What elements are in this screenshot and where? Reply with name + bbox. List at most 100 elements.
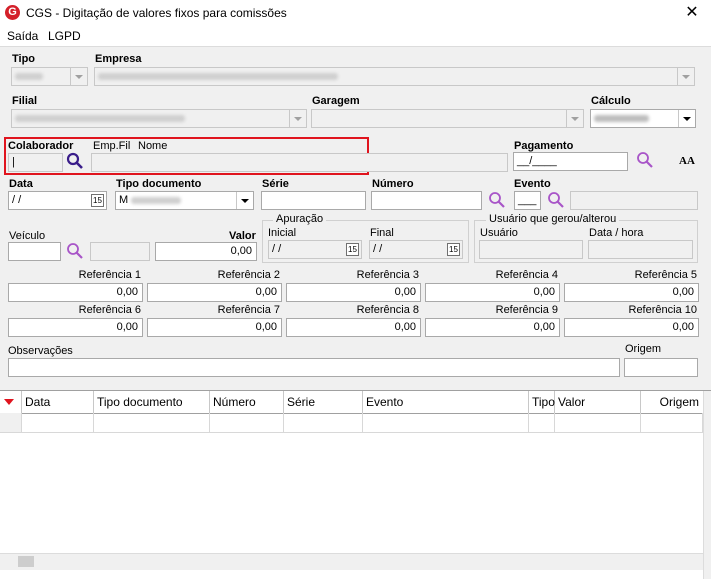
- empresa-select[interactable]: [94, 67, 695, 86]
- numero-search-icon[interactable]: [488, 191, 506, 212]
- scrollbar-thumb[interactable]: [18, 556, 34, 567]
- origem-input[interactable]: [624, 358, 698, 377]
- app-logo-icon: G: [5, 5, 20, 20]
- referencia-input[interactable]: 0,00: [147, 283, 282, 302]
- referencia-input[interactable]: 0,00: [425, 283, 560, 302]
- sort-arrow-icon[interactable]: [0, 391, 22, 413]
- grid-col-origem[interactable]: Origem: [641, 391, 703, 413]
- close-icon[interactable]: ✕: [680, 2, 704, 24]
- apuracao-final-input[interactable]: / / 15: [369, 240, 463, 259]
- observacoes-input[interactable]: [8, 358, 620, 377]
- veiculo-descricao-field: [90, 242, 150, 261]
- row-indicator[interactable]: [0, 413, 22, 433]
- numero-label: Número: [372, 178, 414, 190]
- valor-input[interactable]: 0,00: [155, 242, 257, 261]
- referencia-input[interactable]: 0,00: [8, 318, 143, 337]
- empresa-label: Empresa: [95, 53, 142, 65]
- referencia-label: Referência 10: [628, 304, 698, 316]
- calendar-icon[interactable]: 15: [447, 243, 460, 256]
- referencia-label: Referência 1: [78, 269, 141, 281]
- results-grid[interactable]: Data Tipo documento Número Série Evento …: [0, 390, 711, 579]
- colaborador-input[interactable]: |: [8, 153, 63, 172]
- observacoes-label: Observações: [8, 345, 73, 357]
- menu-saida[interactable]: Saída: [7, 29, 38, 43]
- data-input[interactable]: / / 15: [8, 191, 107, 210]
- grid-cell[interactable]: [284, 413, 363, 433]
- evento-label: Evento: [514, 178, 551, 190]
- referencia-label: Referência 2: [217, 269, 280, 281]
- filial-select[interactable]: [11, 109, 307, 128]
- referencia-input[interactable]: 0,00: [8, 283, 143, 302]
- referencia-input[interactable]: 0,00: [564, 318, 699, 337]
- grid-col-valor[interactable]: Valor: [555, 391, 641, 413]
- referencia-input[interactable]: 0,00: [425, 318, 560, 337]
- referencia-input[interactable]: 0,00: [147, 318, 282, 337]
- colaborador-nome-field: [91, 153, 508, 172]
- usuario-field: [479, 240, 583, 259]
- calendar-icon[interactable]: 15: [91, 194, 104, 207]
- colaborador-search-icon[interactable]: [66, 152, 84, 173]
- evento-search-icon[interactable]: [547, 191, 565, 212]
- tipo-documento-value: M: [119, 194, 129, 206]
- grid-cell[interactable]: [94, 413, 210, 433]
- referencia-label: Referência 9: [495, 304, 558, 316]
- tipo-documento-select[interactable]: M: [115, 191, 254, 210]
- serie-label: Série: [262, 178, 289, 190]
- serie-input[interactable]: [261, 191, 366, 210]
- font-size-icon[interactable]: AA: [679, 155, 695, 167]
- garagem-label: Garagem: [312, 95, 360, 107]
- menu-lgpd[interactable]: LGPD: [48, 29, 81, 43]
- referencia-label: Referência 7: [217, 304, 280, 316]
- origem-label: Origem: [625, 343, 662, 355]
- garagem-select[interactable]: [311, 109, 584, 128]
- data-hora-field: [588, 240, 693, 259]
- grid-cell[interactable]: [555, 413, 641, 433]
- grid-cell[interactable]: [22, 413, 94, 433]
- veiculo-label: Veículo: [9, 230, 46, 242]
- valor-label: Valor: [229, 230, 256, 242]
- evento-input[interactable]: ___: [514, 191, 541, 210]
- pagamento-search-icon[interactable]: [636, 151, 654, 172]
- veiculo-search-icon[interactable]: [66, 242, 84, 263]
- referencia-label: Referência 8: [356, 304, 419, 316]
- numero-input[interactable]: [371, 191, 482, 210]
- tipo-documento-label: Tipo documento: [116, 178, 202, 190]
- window-title: CGS - Digitação de valores fixos para co…: [26, 6, 287, 20]
- apuracao-inicial-input[interactable]: / / 15: [268, 240, 362, 259]
- referencia-input[interactable]: 0,00: [286, 283, 421, 302]
- grid-col-tipo[interactable]: Tipo: [529, 391, 555, 413]
- final-value: / /: [373, 243, 383, 255]
- referencia-input[interactable]: 0,00: [564, 283, 699, 302]
- calculo-select[interactable]: [590, 109, 696, 128]
- evento-descricao-field: [570, 191, 698, 210]
- inicial-label: Inicial: [268, 227, 297, 239]
- title-bar: G CGS - Digitação de valores fixos para …: [0, 0, 711, 26]
- referencia-label: Referência 5: [634, 269, 697, 281]
- grid-cell[interactable]: [641, 413, 703, 433]
- vertical-scrollbar[interactable]: [703, 391, 711, 579]
- colaborador-label: Colaborador: [8, 140, 74, 152]
- grid-cell[interactable]: [363, 413, 529, 433]
- veiculo-input[interactable]: [8, 242, 61, 261]
- grid-col-data[interactable]: Data: [22, 391, 94, 413]
- menu-bar: Saída LGPD: [0, 26, 711, 47]
- filial-label: Filial: [12, 95, 38, 107]
- grid-col-serie[interactable]: Série: [284, 391, 363, 413]
- grid-col-evento[interactable]: Evento: [363, 391, 529, 413]
- calendar-icon[interactable]: 15: [346, 243, 359, 256]
- grid-col-numero[interactable]: Número: [210, 391, 284, 413]
- usuario-group-label: Usuário que gerou/alterou: [486, 213, 620, 225]
- pagamento-label: Pagamento: [514, 140, 574, 152]
- tipo-select[interactable]: [11, 67, 88, 86]
- nome-label: Nome: [138, 140, 168, 152]
- inicial-value: / /: [272, 243, 282, 255]
- referencia-input[interactable]: 0,00: [286, 318, 421, 337]
- usuario-label: Usuário: [480, 227, 518, 239]
- pagamento-input[interactable]: __/____: [513, 152, 628, 171]
- grid-cell[interactable]: [210, 413, 284, 433]
- grid-col-tipo-documento[interactable]: Tipo documento: [94, 391, 210, 413]
- horizontal-scrollbar[interactable]: [0, 553, 703, 570]
- grid-cell[interactable]: [529, 413, 555, 433]
- data-hora-label: Data / hora: [589, 227, 644, 239]
- referencia-label: Referência 3: [356, 269, 419, 281]
